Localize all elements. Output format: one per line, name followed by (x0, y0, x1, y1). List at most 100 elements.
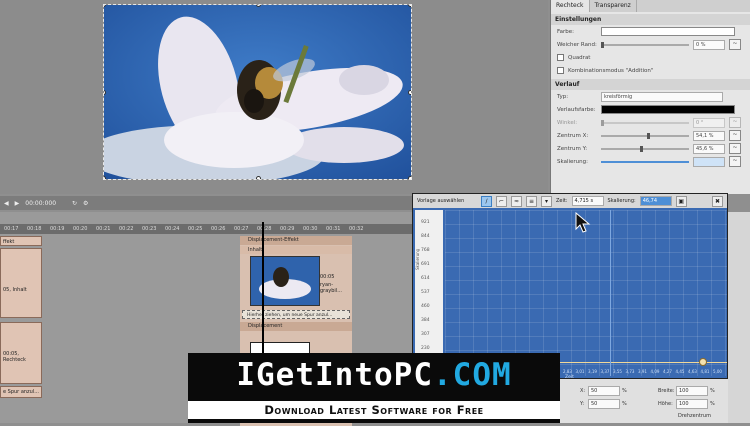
step-icon[interactable]: ⌐ (496, 195, 507, 207)
verlaufsfarbe-swatch[interactable] (601, 105, 735, 114)
curve-toolbar: Vorlage auswählen ∕ ⌐ ≈ ≡ ▾ Zeit: 4,715 … (413, 194, 727, 208)
curve-x-tick: 4,45 (675, 369, 685, 374)
play-icon[interactable]: ▶ (15, 200, 20, 207)
keyframe-curve-icon[interactable]: ~ (729, 117, 741, 128)
skalierung-curve-value[interactable]: 46,74 (639, 196, 672, 206)
curve-x-tick: 3,01 (575, 369, 585, 374)
row-farbe: Farbe: (551, 25, 750, 38)
typ-dropdown[interactable]: kreisförmig (601, 91, 723, 102)
x-value[interactable]: 50 (588, 386, 620, 396)
row-zentrum-y: Zentrum Y: 45,6 % ~ (551, 142, 750, 155)
list-icon[interactable]: ≡ (526, 195, 537, 207)
ruler-tick: 00:25 (188, 226, 203, 232)
curve-x-tick: 3,91 (638, 369, 647, 374)
curve-y-tick: 537 (421, 290, 430, 295)
row-typ: Typ: kreisförmig (551, 90, 750, 103)
ruler-tick: 00:23 (142, 226, 157, 232)
rewind-icon[interactable]: ◀ (4, 200, 9, 207)
close-icon[interactable]: ✖ (712, 195, 723, 207)
keyframe-curve-icon[interactable]: ~ (729, 130, 741, 141)
timeline-ruler[interactable]: 00:17 00:18 00:19 00:20 00:21 00:22 00:23 00:24… (0, 224, 412, 234)
skalierung-slider[interactable] (601, 160, 689, 163)
kombination-checkbox[interactable] (557, 67, 564, 74)
save-icon[interactable]: ▣ (675, 195, 687, 207)
drehzentrum-label: Drehzentrum (678, 413, 711, 419)
winkel-value[interactable]: 0 ° (693, 117, 725, 128)
ruler-tick: 00:28 (257, 226, 272, 232)
left-drop-hint[interactable]: e Spur anzul... (0, 386, 42, 398)
flower-bee-photo (104, 5, 411, 179)
keyframe-curve-icon[interactable]: ~ (729, 143, 741, 154)
template-label[interactable]: Vorlage auswählen (417, 198, 477, 204)
curve-icon[interactable]: ∕ (481, 195, 492, 207)
row-verlaufsfarbe: Verlaufsfarbe: (551, 103, 750, 116)
curve-x-tick: 3,73 (625, 369, 635, 374)
curve-x-tick: 5,00 (713, 369, 722, 374)
row-kombination: Kombinationsmodus "Addition" (551, 64, 750, 77)
settings-icon[interactable]: ⚙ (83, 200, 88, 207)
hoehe-value[interactable]: 100 (676, 399, 708, 409)
loop-icon[interactable]: ↻ (72, 200, 77, 207)
section-verlauf[interactable]: Verlauf (551, 79, 750, 90)
keyframe-point[interactable] (699, 358, 707, 366)
clip-thumbnail[interactable] (250, 256, 320, 306)
weicher-rand-slider[interactable] (601, 41, 689, 48)
preview-area (0, 0, 548, 194)
section-einstellungen[interactable]: Einstellungen (551, 14, 750, 25)
curve-x-tick: 2,83 (563, 369, 572, 374)
keyframe-curve-icon[interactable]: ~ (729, 39, 741, 50)
curve-y-tick: 614 (421, 276, 430, 281)
zentrum-y-slider[interactable] (601, 145, 689, 152)
chevron-down-icon[interactable]: ▾ (541, 195, 552, 207)
curve-y-tick: 844 (421, 234, 430, 239)
left-effect-track[interactable]: ffekt (0, 236, 42, 246)
curve-x-tick: 3,37 (600, 369, 610, 374)
quadrat-checkbox[interactable] (557, 54, 564, 61)
zeit-value[interactable]: 4,715 s (571, 196, 604, 206)
mouse-cursor-icon (575, 212, 591, 233)
weicher-rand-value[interactable]: 0 % (693, 39, 725, 50)
left-clip-rechteck[interactable]: 00:05, Rechteck (0, 322, 42, 384)
tab-transparenz[interactable]: Transparenz (590, 0, 637, 12)
curve-y-axis: 921844768691614537460384307230154Skalier… (415, 210, 443, 376)
keyframe-curve-icon[interactable]: ~ (729, 156, 741, 167)
clip-displacement[interactable]: Displacement (240, 322, 352, 331)
curve-plot[interactable] (445, 210, 727, 376)
zentrum-y-value[interactable]: 45,6 % (693, 143, 725, 154)
skalierung-value[interactable] (693, 156, 725, 167)
ruler-tick: 00:24 (165, 226, 180, 232)
watermark-banner: IGetIntoPC.com Download Latest Software … (188, 353, 560, 423)
ruler-tick: 00:22 (119, 226, 134, 232)
preview-image[interactable] (103, 4, 412, 180)
ruler-tick: 00:17 (4, 226, 19, 232)
y-value[interactable]: 50 (588, 399, 620, 409)
ruler-tick: 00:32 (349, 226, 364, 232)
curve-time-marker (610, 210, 611, 376)
curve-x-tick: 4,27 (663, 369, 672, 374)
ruler-tick: 00:26 (211, 226, 226, 232)
winkel-slider[interactable] (601, 119, 689, 126)
ruler-tick: 00:18 (27, 226, 42, 232)
clip-inhalt-label[interactable]: Inhalt (240, 246, 352, 254)
ruler-tick: 00:19 (50, 226, 65, 232)
left-clip-inhalt[interactable]: 05, Inhalt (0, 248, 42, 318)
ease-icon[interactable]: ≈ (511, 195, 522, 207)
ruler-tick: 00:21 (96, 226, 111, 232)
zentrum-x-value[interactable]: 54,1 % (693, 130, 725, 141)
curve-y-title: Skalierung (415, 248, 420, 270)
row-winkel: Winkel: 0 ° ~ (551, 116, 750, 129)
row-weicher-rand: Weicher Rand: 0 % ~ (551, 38, 750, 51)
breite-value[interactable]: 100 (676, 386, 708, 396)
right-side-panel (728, 212, 750, 423)
zentrum-x-slider[interactable] (601, 132, 689, 139)
banner-subtitle: Download Latest Software for Free (188, 401, 560, 419)
clip-filename: ryan-graybil... (320, 282, 342, 294)
curve-x-axis: 2,83 3,01 3,19 3,37 3,55 3,73 3,91 4,09 4,27 4,45… (563, 369, 727, 377)
curve-y-tick: 691 (421, 262, 430, 267)
row-zentrum-x: Zentrum X: 54,1 % ~ (551, 129, 750, 142)
ruler-tick: 00:20 (73, 226, 88, 232)
clip-header[interactable]: Displacement-Effekt (240, 236, 352, 245)
tab-rechteck[interactable]: Rechteck (551, 0, 590, 12)
drop-hint[interactable]: Hierher ziehen, um neue Spur anzul... (242, 310, 350, 319)
farbe-swatch[interactable] (601, 27, 735, 36)
